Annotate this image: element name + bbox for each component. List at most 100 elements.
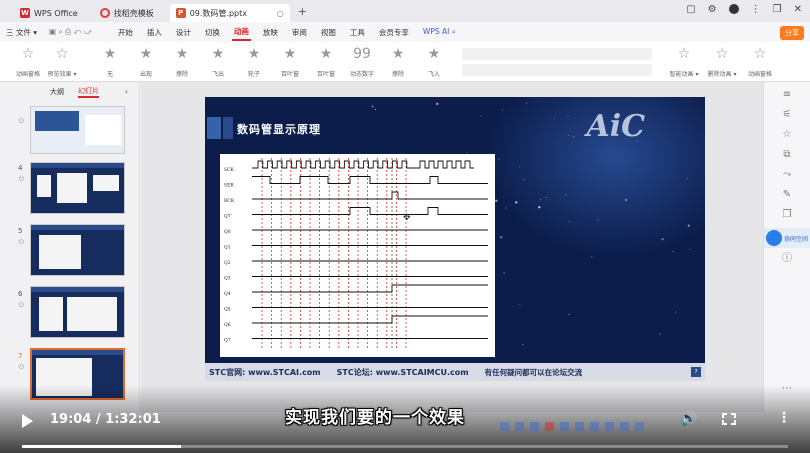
- signal-label: Q0: [224, 229, 231, 235]
- effect-dynamic-number[interactable]: 99 动态数字: [344, 46, 380, 78]
- animation-pane-button[interactable]: ☆ 动画窗格: [740, 46, 780, 78]
- menu-tools[interactable]: 工具: [348, 25, 367, 40]
- tab-label: WPS Office: [34, 8, 78, 18]
- star-dot: [675, 311, 677, 313]
- more-options-icon[interactable]: ⋮: [777, 410, 791, 426]
- effect-appear[interactable]: ★ 出现: [128, 46, 164, 78]
- wps-ai-button[interactable]: WPS AI ⌕: [421, 25, 458, 39]
- signal-label: SCK: [224, 167, 235, 173]
- animation-star-icon: ✩: [18, 116, 25, 125]
- star-icon[interactable]: ☆: [780, 128, 794, 142]
- menu-start[interactable]: 开始: [116, 25, 135, 40]
- play-icon[interactable]: [22, 414, 33, 428]
- slide-7[interactable]: 数码管显示原理 AiC SCK SER RCK Q7' Q0 Q1 Q2 Q3 Q4 Q5 Q6 Q7…: [205, 97, 705, 381]
- fullscreen-icon[interactable]: [722, 413, 736, 425]
- star-icon: ★: [427, 46, 441, 62]
- search-icon[interactable]: ⌕: [452, 27, 456, 36]
- signal-label: Q3: [224, 276, 231, 282]
- star-dot: [502, 109, 504, 111]
- collab-space-button[interactable]: 协同空间: [764, 228, 810, 248]
- menu-insert[interactable]: 插入: [145, 25, 164, 40]
- star-dot: [568, 135, 570, 137]
- slide-thumb-6[interactable]: [30, 286, 125, 338]
- tab-wps-office[interactable]: W WPS Office: [14, 4, 84, 22]
- smart-animation-button[interactable]: ☆ 智能动画 ▾: [664, 46, 704, 78]
- effect-fly-out[interactable]: ★ 飞出: [200, 46, 236, 78]
- time-display: 19:04 / 1:32:01: [50, 412, 161, 427]
- slide-thumb-3[interactable]: [30, 106, 125, 154]
- avatar[interactable]: [728, 4, 739, 14]
- close-icon[interactable]: ○: [277, 9, 284, 18]
- file-menu[interactable]: 三 文件 ▾: [4, 25, 39, 40]
- star-dot: [495, 199, 498, 202]
- settings-icon[interactable]: ⚙: [708, 4, 717, 15]
- tab-label: 找稻壳模板: [113, 8, 154, 18]
- slide-number: 5: [18, 227, 23, 235]
- restore-icon[interactable]: ❐: [773, 4, 782, 15]
- minimize-page-icon[interactable]: ▢: [686, 4, 695, 15]
- ribbon-label: 轮子: [247, 71, 260, 78]
- ribbon-btn-0[interactable]: ☆ 动画窗格: [10, 46, 46, 78]
- new-tab-icon[interactable]: +: [298, 5, 307, 18]
- star-dot: [522, 343, 524, 345]
- menu-design[interactable]: 设计: [174, 25, 193, 40]
- properties-icon[interactable]: ⚟: [780, 108, 794, 122]
- effect-wipe-2[interactable]: ★ 擦除: [380, 46, 416, 78]
- preview-effect-button[interactable]: ☆ 预览效果 ▾: [44, 46, 80, 78]
- format-icon[interactable]: ✎: [780, 188, 794, 202]
- close-window-icon[interactable]: ✕: [794, 4, 802, 15]
- copy-icon[interactable]: ⧉: [780, 148, 794, 162]
- share-button[interactable]: 分享: [780, 26, 804, 40]
- video-progress-fill: [22, 445, 181, 448]
- transition-icon[interactable]: ⤳: [780, 168, 794, 182]
- quick-access-icons[interactable]: ▣ ⌕ ⎙ ⤺ ⤻: [49, 27, 92, 37]
- effect-fly-in[interactable]: ★ 飞入: [416, 46, 452, 78]
- effect-none[interactable]: ★ 无: [92, 46, 128, 78]
- menu-member[interactable]: 会员专享: [377, 25, 411, 40]
- collapse-panel-icon[interactable]: ‹: [125, 88, 128, 96]
- tab-template[interactable]: 找稻壳模板: [94, 4, 160, 22]
- menu-animation[interactable]: 动画: [231, 24, 251, 41]
- video-progress-bar[interactable]: [22, 445, 788, 448]
- design-icon[interactable]: ❒: [780, 208, 794, 222]
- tab-pptx-file[interactable]: P 09.数码管.pptx ○: [169, 4, 290, 22]
- timing-waveforms: SCK SER RCK Q7' Q0 Q1 Q2 Q3 Q4 Q5 Q6 Q7: [224, 158, 488, 350]
- menu-icon[interactable]: ≡: [780, 88, 794, 102]
- ribbon-label: 动态数字: [349, 71, 374, 78]
- star-dot: [374, 109, 376, 111]
- volume-icon[interactable]: 🔊: [680, 411, 697, 427]
- mouse-cursor-icon: ✥: [403, 213, 411, 223]
- option-row[interactable]: [462, 64, 652, 76]
- video-controls: 19:04 / 1:32:01 🔊 ⋮: [0, 410, 810, 436]
- menu-slideshow[interactable]: 放映: [261, 25, 280, 40]
- star-icon: ★: [139, 46, 153, 62]
- ribbon-label: 飞出: [211, 71, 224, 78]
- effect-blinds[interactable]: ★ 百叶窗: [272, 46, 308, 78]
- ribbon-label: 删除动画 ▾: [707, 71, 737, 78]
- ribbon-label: 百叶窗: [280, 71, 299, 78]
- menu-view[interactable]: 视图: [319, 25, 338, 40]
- effect-blinds-2[interactable]: ★ 百叶窗: [308, 46, 344, 78]
- menu-transition[interactable]: 切换: [203, 25, 222, 40]
- option-row[interactable]: [462, 48, 652, 60]
- signal-waveform: [252, 284, 488, 293]
- star-dot: [624, 198, 628, 202]
- effect-wheel[interactable]: ★ 轮子: [236, 46, 272, 78]
- star-dot: [503, 272, 505, 274]
- star-dot: [569, 221, 571, 223]
- signal-waveform: [252, 160, 474, 169]
- effect-wipe[interactable]: ★ 擦除: [164, 46, 200, 78]
- more-icon[interactable]: ⋮: [751, 4, 761, 15]
- tab-slides[interactable]: 幻灯片: [78, 86, 99, 98]
- star-icon: ★: [319, 46, 333, 62]
- signal-label: RCK: [224, 198, 235, 204]
- menu-review[interactable]: 审阅: [290, 25, 309, 40]
- slide-thumb-5[interactable]: [30, 224, 125, 276]
- help-icon[interactable]: ⓘ: [780, 252, 794, 266]
- star-icon: 99: [353, 46, 371, 62]
- delete-animation-button[interactable]: ☆ 删除动画 ▾: [702, 46, 742, 78]
- slide-thumb-4[interactable]: [30, 162, 125, 214]
- tab-outline[interactable]: 大纲: [50, 87, 64, 97]
- ribbon-label: 擦除: [175, 71, 188, 78]
- wps-ai-label: WPS AI: [422, 27, 450, 36]
